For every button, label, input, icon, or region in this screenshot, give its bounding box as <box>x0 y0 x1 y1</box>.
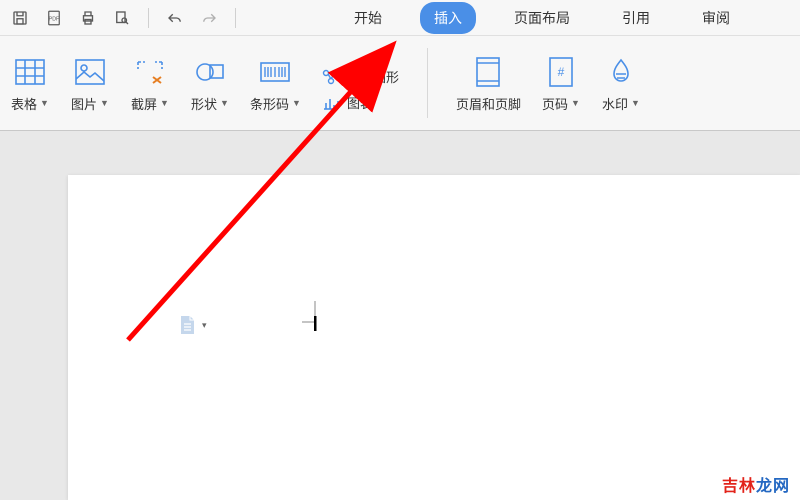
watermark-label: 水印 <box>602 94 628 113</box>
redo-icon[interactable] <box>197 6 221 30</box>
page-number-label: 页码 <box>542 94 568 113</box>
ribbon-insert: 表格▼ 图片▼ 截屏▼ 形状▼ 条形码▼ <box>0 36 800 131</box>
table-label: 表格 <box>11 94 37 113</box>
tab-review[interactable]: 审阅 <box>688 2 744 34</box>
watermark-icon <box>603 54 639 90</box>
smartart-icon <box>321 67 341 87</box>
chevron-down-icon: ▼ <box>571 98 580 108</box>
table-button[interactable]: 表格▼ <box>10 54 50 113</box>
picture-icon <box>72 54 108 90</box>
chevron-down-icon: ▾ <box>202 320 207 331</box>
header-footer-icon <box>470 54 506 90</box>
chevron-down-icon: ▼ <box>40 98 49 108</box>
pdf-icon[interactable]: PDF <box>42 6 66 30</box>
tab-start[interactable]: 开始 <box>340 2 396 34</box>
ribbon-group-2: 页眉和页脚 # 页码▼ 水印▼ <box>456 54 641 113</box>
chart-label: 图表 <box>347 93 373 112</box>
smartart-label: 智能图形 <box>347 67 399 86</box>
print-icon[interactable] <box>76 6 100 30</box>
small-group: 智能图形 图表 <box>321 67 399 113</box>
screenshot-button[interactable]: 截屏▼ <box>130 54 170 113</box>
tab-insert[interactable]: 插入 <box>420 2 476 34</box>
chart-button[interactable]: 图表 <box>321 93 399 113</box>
screenshot-label: 截屏 <box>131 94 157 113</box>
site-watermark: 吉林龙网 <box>722 472 790 496</box>
divider <box>235 8 236 28</box>
table-icon <box>12 54 48 90</box>
barcode-icon <box>257 54 293 90</box>
header-footer-button[interactable]: 页眉和页脚 <box>456 54 521 113</box>
svg-text:#: # <box>558 65 565 79</box>
chevron-down-icon: ▼ <box>100 98 109 108</box>
tab-layout[interactable]: 页面布局 <box>500 2 584 34</box>
shapes-icon <box>192 54 228 90</box>
picture-button[interactable]: 图片▼ <box>70 54 110 113</box>
svg-text:PDF: PDF <box>49 16 60 22</box>
page-number-button[interactable]: # 页码▼ <box>541 54 581 113</box>
text-cursor <box>302 301 326 336</box>
barcode-label: 条形码 <box>250 94 289 113</box>
top-toolbar: PDF 开始 插入 页面布局 引用 审阅 <box>0 0 800 36</box>
chevron-down-icon: ▼ <box>631 98 640 108</box>
header-footer-label: 页眉和页脚 <box>456 94 521 113</box>
preview-icon[interactable] <box>110 6 134 30</box>
divider <box>148 8 149 28</box>
watermark-button[interactable]: 水印▼ <box>601 54 641 113</box>
shapes-button[interactable]: 形状▼ <box>190 54 230 113</box>
chevron-down-icon: ▼ <box>220 98 229 108</box>
menu-tabs: 开始 插入 页面布局 引用 审阅 <box>340 0 744 35</box>
barcode-button[interactable]: 条形码▼ <box>250 54 301 113</box>
chevron-down-icon: ▼ <box>292 98 301 108</box>
tab-reference[interactable]: 引用 <box>608 2 664 34</box>
page-number-icon: # <box>543 54 579 90</box>
shapes-label: 形状 <box>191 94 217 113</box>
screenshot-icon <box>132 54 168 90</box>
save-icon[interactable] <box>8 6 32 30</box>
chart-icon <box>321 93 341 113</box>
smartart-button[interactable]: 智能图形 <box>321 67 399 87</box>
undo-icon[interactable] <box>163 6 187 30</box>
document-page[interactable]: ▾ <box>68 175 800 500</box>
page-indicator-icon[interactable]: ▾ <box>178 315 207 335</box>
ribbon-group-1: 表格▼ 图片▼ 截屏▼ 形状▼ 条形码▼ <box>10 54 399 113</box>
picture-label: 图片 <box>71 94 97 113</box>
chevron-down-icon: ▼ <box>160 98 169 108</box>
group-separator <box>427 48 428 118</box>
